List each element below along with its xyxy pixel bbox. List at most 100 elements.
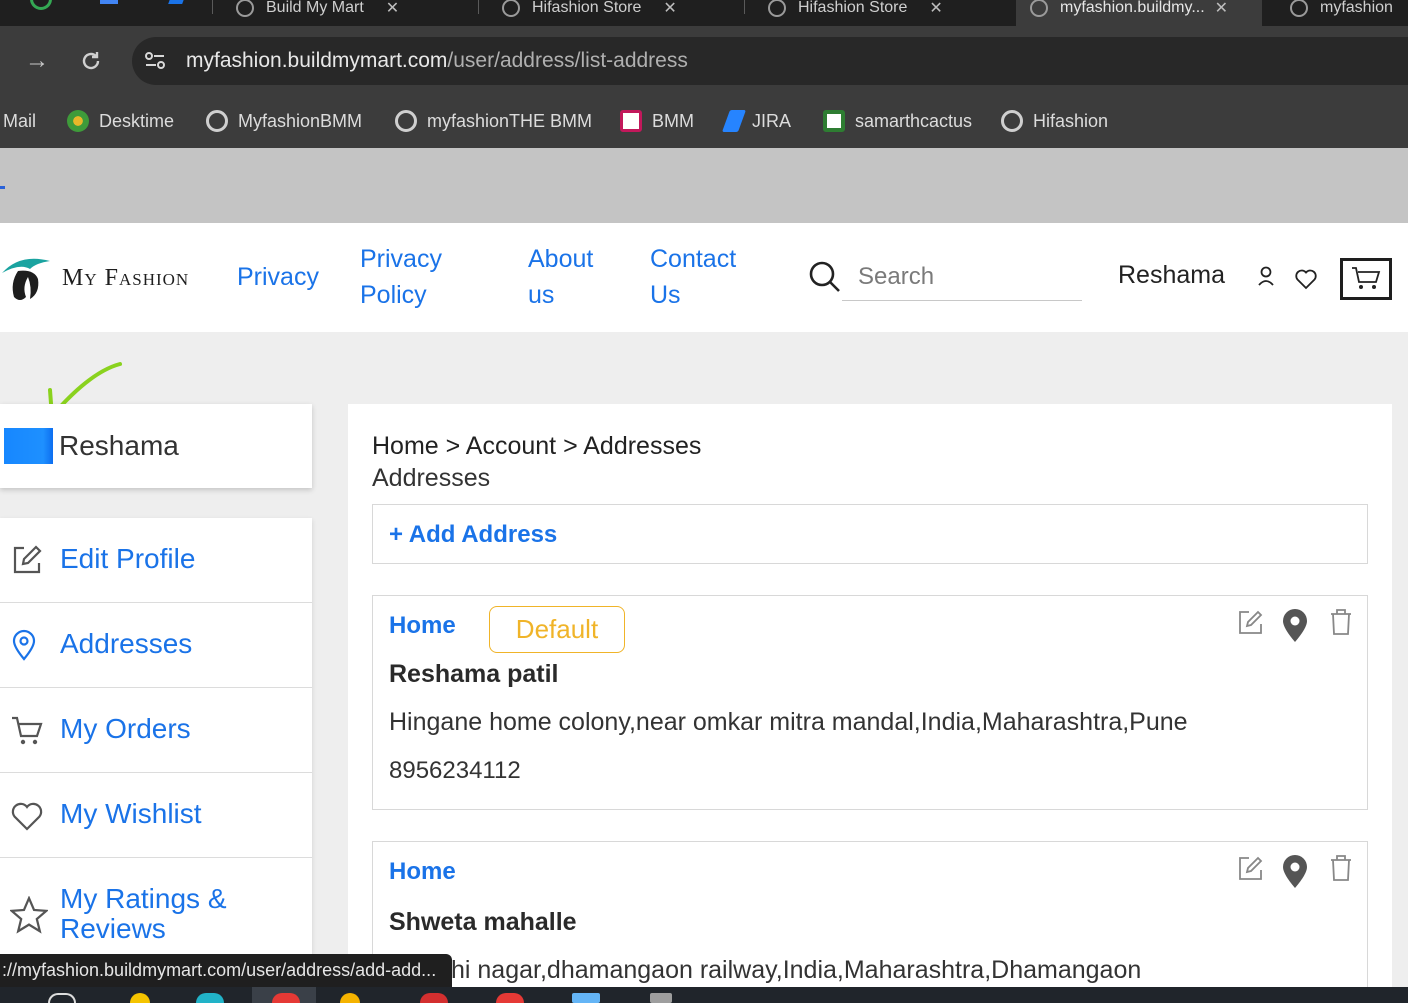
site-logo[interactable]: My Fashion: [0, 253, 189, 303]
sidebar-item-label: My Ratings & Reviews: [60, 883, 227, 944]
bookmark-label: Hifashion: [1033, 110, 1109, 131]
address-actions: [1237, 854, 1357, 890]
address-actions: [1237, 608, 1357, 644]
globe-icon: [1001, 110, 1023, 132]
logo-text: My Fashion: [62, 264, 190, 291]
account-menu: Edit Profile Addresses My Orders My Wish…: [0, 518, 312, 988]
heart-icon: [11, 802, 43, 831]
browser-tab-active[interactable]: myfashion.buildmy... ✕: [1016, 0, 1262, 26]
url-text: myfashion.buildmymart.com/user/address/l…: [186, 49, 688, 73]
address-type-label: Home: [389, 858, 456, 885]
taskbar-app-icon[interactable]: [130, 993, 150, 1003]
map-pin-icon[interactable]: [1281, 854, 1313, 890]
taskbar-app-icon[interactable]: [340, 993, 360, 1003]
bookmark-hifashion[interactable]: Hifashion: [1001, 106, 1108, 136]
pinned-tab-icon[interactable]: [168, 0, 186, 4]
browser-app-icon[interactable]: [30, 0, 52, 10]
taskbar-app-icon[interactable]: [420, 993, 448, 1003]
addresses-panel: Home > Account > Addresses Addresses + A…: [348, 404, 1392, 1003]
sidebar-item-addresses[interactable]: Addresses: [0, 603, 312, 688]
taskbar-app-icon[interactable]: [650, 993, 672, 1003]
forward-icon[interactable]: →: [22, 46, 52, 76]
bookmark-mail[interactable]: Mail: [3, 106, 36, 136]
profile-name: Reshama: [59, 430, 179, 461]
sidebar-item-label: My Orders: [60, 713, 191, 744]
bookmark-bmm[interactable]: BMM: [620, 106, 694, 136]
taskbar-app-icon[interactable]: [196, 993, 224, 1003]
profile-card: Reshama: [0, 404, 312, 488]
taskbar-app-icon[interactable]: [272, 993, 300, 1003]
trash-icon[interactable]: [1329, 608, 1361, 644]
search-input[interactable]: [842, 253, 1082, 301]
edit-icon[interactable]: [1237, 608, 1269, 644]
bookmark-desktime[interactable]: Desktime: [67, 106, 174, 136]
bookmark-label: Desktime: [99, 110, 175, 131]
sidebar-item-label: My Wishlist: [60, 798, 202, 829]
globe-icon: [1030, 0, 1048, 17]
taskbar-app-icon[interactable]: [572, 993, 600, 1003]
tab-title: myfashion.buildmy...: [1060, 0, 1205, 16]
bookmark-myfashion-the-bmm[interactable]: myfashionTHE BMM: [395, 106, 592, 136]
trash-icon[interactable]: [1329, 854, 1361, 890]
bmm-logo-icon: [620, 110, 642, 132]
site-settings-icon[interactable]: [144, 51, 166, 71]
address-line: Hingane home colony,near omkar mitra man…: [389, 708, 1188, 736]
avatar: [4, 428, 53, 464]
close-icon[interactable]: ✕: [929, 0, 942, 18]
page-title: Addresses: [372, 464, 491, 492]
cactus-logo-icon: [823, 110, 845, 132]
address-phone: 8956234112: [389, 757, 521, 784]
bookmark-label: JIRA: [752, 110, 792, 131]
address-name: Shweta mahalle: [389, 908, 577, 936]
desktime-icon: [67, 110, 89, 132]
address-card: Home Default Reshama patil Hingane home …: [372, 595, 1368, 810]
address-name: Reshama patil: [389, 660, 559, 688]
sidebar-item-edit-profile[interactable]: Edit Profile: [0, 518, 312, 603]
browser-tab[interactable]: Build My Mart ✕: [222, 0, 413, 26]
jira-icon: [721, 110, 747, 132]
address-bar[interactable]: myfashion.buildmymart.com/user/address/l…: [132, 37, 1408, 85]
browser-tab-strip: Build My Mart ✕ Hifashion Store ✕ Hifash…: [0, 0, 1408, 26]
map-pin-icon[interactable]: [1281, 608, 1313, 644]
bookmark-label: MyfashionBMM: [238, 110, 363, 131]
sidebar-item-label: Edit Profile: [60, 543, 196, 574]
reload-icon[interactable]: [76, 46, 106, 76]
taskbar-app-icon[interactable]: [48, 993, 76, 1003]
url-host: myfashion.buildmymart.com: [186, 49, 448, 72]
address-card: Home Shweta mahalle hi nagar,dhamangaon …: [372, 841, 1368, 1003]
heart-icon[interactable]: [1294, 267, 1318, 291]
tab-title: Hifashion Store: [798, 0, 908, 16]
browser-tab[interactable]: Hifashion Store ✕: [488, 0, 691, 26]
cart-button[interactable]: [1340, 258, 1392, 300]
bookmark-label: Mail: [3, 110, 37, 131]
nav-privacy-policy[interactable]: Privacy Policy: [360, 241, 460, 313]
nav-contact-us[interactable]: Contact Us: [650, 241, 750, 313]
cart-icon: [1352, 267, 1381, 289]
user-icon[interactable]: [1256, 265, 1276, 289]
bookmarks-bar: Mail Desktime MyfashionBMM myfashionTHE …: [0, 96, 1408, 148]
header-user-name[interactable]: Reshama: [1118, 261, 1225, 290]
add-address-button[interactable]: + Add Address: [372, 504, 1368, 564]
sidebar-item-my-ratings-reviews[interactable]: My Ratings & Reviews: [0, 858, 312, 968]
nav-privacy[interactable]: Privacy: [237, 259, 319, 295]
browser-tab[interactable]: myfashion: [1276, 0, 1407, 26]
close-icon[interactable]: ✕: [1215, 0, 1228, 18]
sidebar-item-my-wishlist[interactable]: My Wishlist: [0, 773, 312, 858]
close-icon[interactable]: ✕: [663, 0, 676, 18]
url-path: /user/address/list-address: [447, 49, 688, 72]
site-header: My Fashion Privacy Privacy Policy About …: [0, 223, 1408, 332]
nav-about-us[interactable]: About us: [528, 241, 608, 313]
taskbar-app-icon[interactable]: [496, 993, 524, 1003]
pinned-tab-icon[interactable]: [100, 0, 118, 4]
bookmark-jira[interactable]: JIRA: [721, 106, 792, 136]
globe-icon: [395, 110, 417, 132]
address-line: hi nagar,dhamangaon railway,India,Mahara…: [451, 956, 1142, 984]
browser-tab[interactable]: Hifashion Store ✕: [754, 0, 957, 26]
edit-icon[interactable]: [1237, 854, 1269, 890]
close-icon[interactable]: ✕: [386, 0, 399, 18]
search-icon[interactable]: [808, 260, 842, 294]
bookmark-myfashionbmm[interactable]: MyfashionBMM: [206, 106, 362, 136]
sidebar-item-my-orders[interactable]: My Orders: [0, 688, 312, 773]
breadcrumb[interactable]: Home > Account > Addresses: [372, 432, 701, 461]
bookmark-samarthcactus[interactable]: samarthcactus: [823, 106, 972, 136]
